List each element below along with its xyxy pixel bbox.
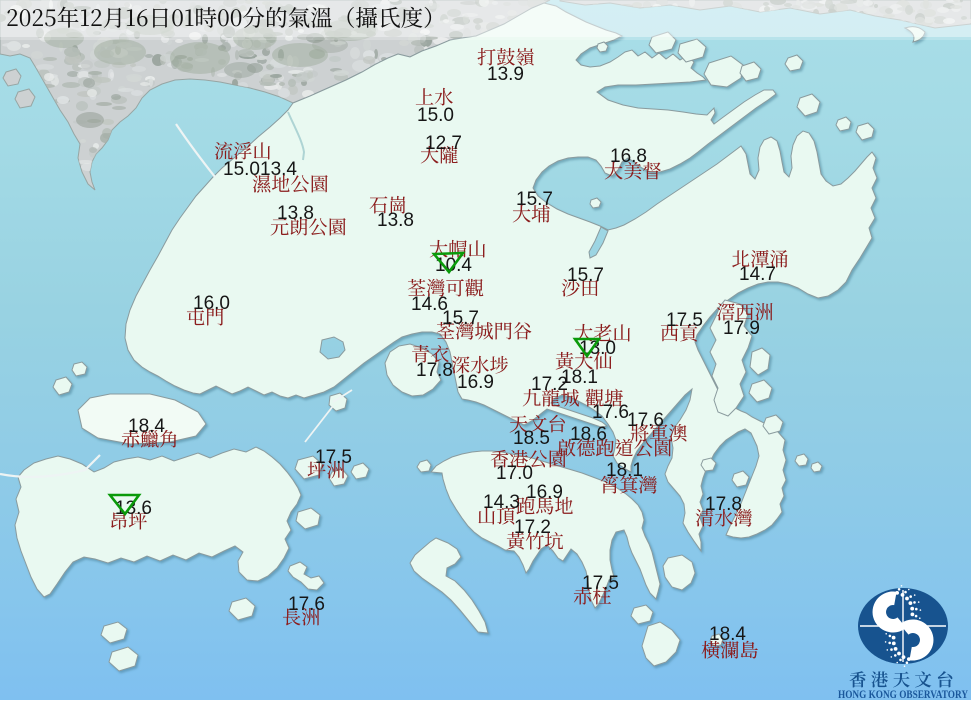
svg-text:17.5: 17.5 [582,573,619,594]
svg-text:17.5: 17.5 [666,310,703,331]
svg-text:17.6: 17.6 [592,402,629,423]
svg-text:16.0: 16.0 [193,293,230,314]
svg-text:14.7: 14.7 [739,264,776,285]
svg-text:17.8: 17.8 [705,494,742,515]
svg-text:15.0: 15.0 [417,105,454,126]
svg-text:18.4: 18.4 [709,624,746,645]
svg-text:12.7: 12.7 [425,133,462,154]
svg-text:13.8: 13.8 [377,210,414,231]
svg-text:17.0: 17.0 [496,463,533,484]
svg-text:16.9: 16.9 [526,482,563,503]
svg-text:HONG KONG OBSERVATORY: HONG KONG OBSERVATORY [838,689,968,700]
svg-text:16.8: 16.8 [610,146,647,167]
svg-text:17.2: 17.2 [514,517,551,538]
svg-text:17.6: 17.6 [288,594,325,615]
svg-text:17.2: 17.2 [531,374,568,395]
svg-text:17.5: 17.5 [315,447,352,468]
svg-text:18.6: 18.6 [570,424,607,445]
svg-text:13.4: 13.4 [260,159,297,180]
svg-text:15.7: 15.7 [516,189,553,210]
svg-text:18.5: 18.5 [513,428,550,449]
svg-text:13.9: 13.9 [487,64,524,85]
svg-text:17.9: 17.9 [723,318,760,339]
svg-text:16.9: 16.9 [457,372,494,393]
svg-text:15.0: 15.0 [223,159,260,180]
svg-text:15.7: 15.7 [567,265,604,286]
svg-text:15.7: 15.7 [442,308,479,329]
svg-text:18.4: 18.4 [128,416,165,437]
svg-text:13.8: 13.8 [277,203,314,224]
svg-text:17.6: 17.6 [627,410,664,431]
svg-text:17.8: 17.8 [416,360,453,381]
svg-text:18.1: 18.1 [606,460,643,481]
svg-text:14.3: 14.3 [483,492,520,513]
